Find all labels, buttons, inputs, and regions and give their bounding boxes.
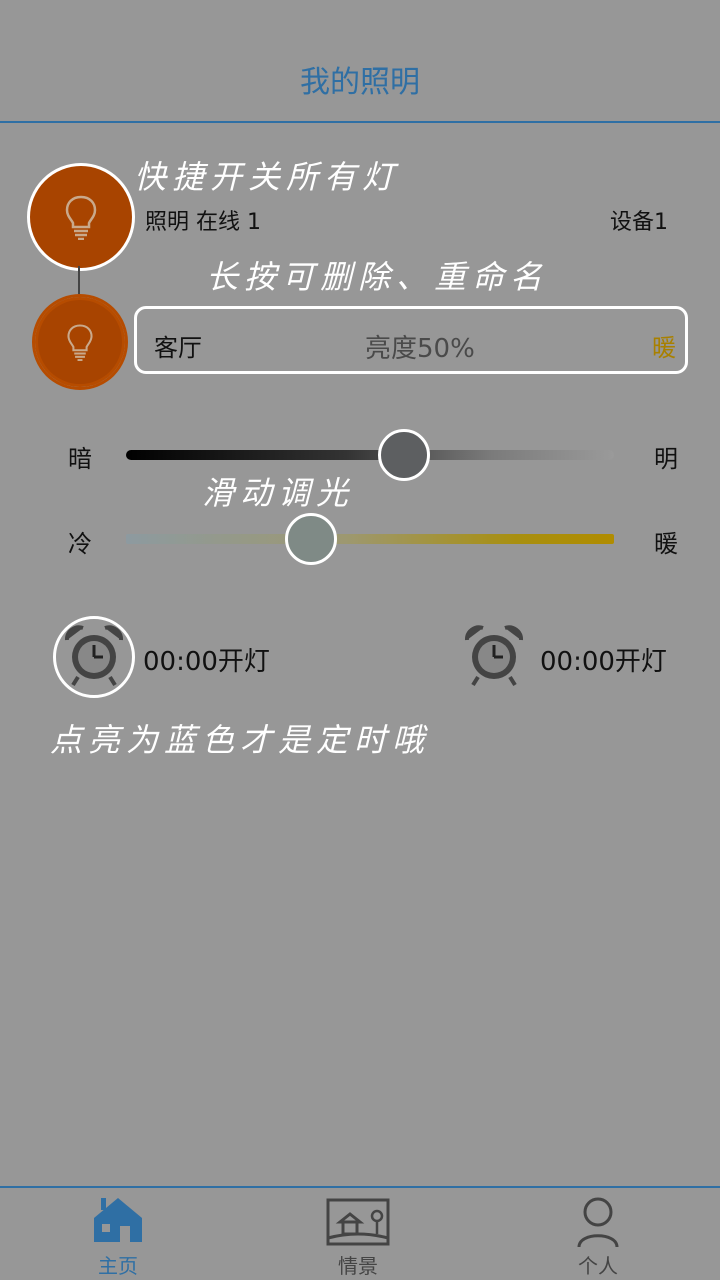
header-divider <box>0 121 720 123</box>
tab-home[interactable]: 主页 <box>58 1190 178 1278</box>
temperature-min-label: 冷 <box>68 530 92 558</box>
room-warmth: 暖 <box>652 334 676 362</box>
lightbulb-icon <box>65 195 97 240</box>
tip-slide: 滑动调光 <box>202 474 355 512</box>
tip-quick-switch: 快捷开关所有灯 <box>134 158 401 196</box>
person-icon <box>577 1197 619 1248</box>
device-label: 设备1 <box>610 210 668 235</box>
brightness-slider-handle[interactable] <box>378 429 431 481</box>
tab-scene-label: 情景 <box>338 1254 378 1278</box>
scene-icon <box>326 1198 390 1246</box>
temperature-slider-track[interactable] <box>126 534 614 544</box>
brightness-slider-track[interactable] <box>126 450 614 460</box>
group-status: 照明 在线 1 <box>145 210 261 235</box>
timer-toggle-2[interactable] <box>461 622 527 692</box>
temperature-slider-handle[interactable] <box>285 513 338 565</box>
room-light-toggle[interactable] <box>32 294 128 390</box>
tab-profile[interactable]: 个人 <box>538 1190 658 1278</box>
alarm-clock-icon <box>65 625 123 687</box>
tab-profile-label: 个人 <box>578 1254 618 1278</box>
tip-timer: 点亮为蓝色才是定时哦 <box>50 721 431 759</box>
temperature-max-label: 暖 <box>654 530 678 558</box>
alarm-clock-icon <box>465 625 523 687</box>
tab-scene[interactable]: 情景 <box>298 1190 418 1278</box>
brightness-max-label: 明 <box>654 445 678 473</box>
header: 我的照明 <box>0 0 720 121</box>
timer-label-2: 00:00开灯 <box>540 647 667 677</box>
room-brightness: 亮度50% <box>365 334 475 364</box>
tabbar-divider <box>0 1186 720 1188</box>
timer-toggle-1[interactable] <box>61 622 127 692</box>
tab-home-label: 主页 <box>98 1254 138 1278</box>
home-icon <box>94 1198 142 1242</box>
lightbulb-icon <box>67 324 93 361</box>
brightness-min-label: 暗 <box>68 445 92 473</box>
tip-long-press: 长按可删除、重命名 <box>206 258 549 296</box>
room-name: 客厅 <box>154 334 202 362</box>
page-title: 我的照明 <box>300 65 420 100</box>
master-light-toggle[interactable] <box>27 163 135 271</box>
timer-label-1: 00:00开灯 <box>143 647 270 677</box>
